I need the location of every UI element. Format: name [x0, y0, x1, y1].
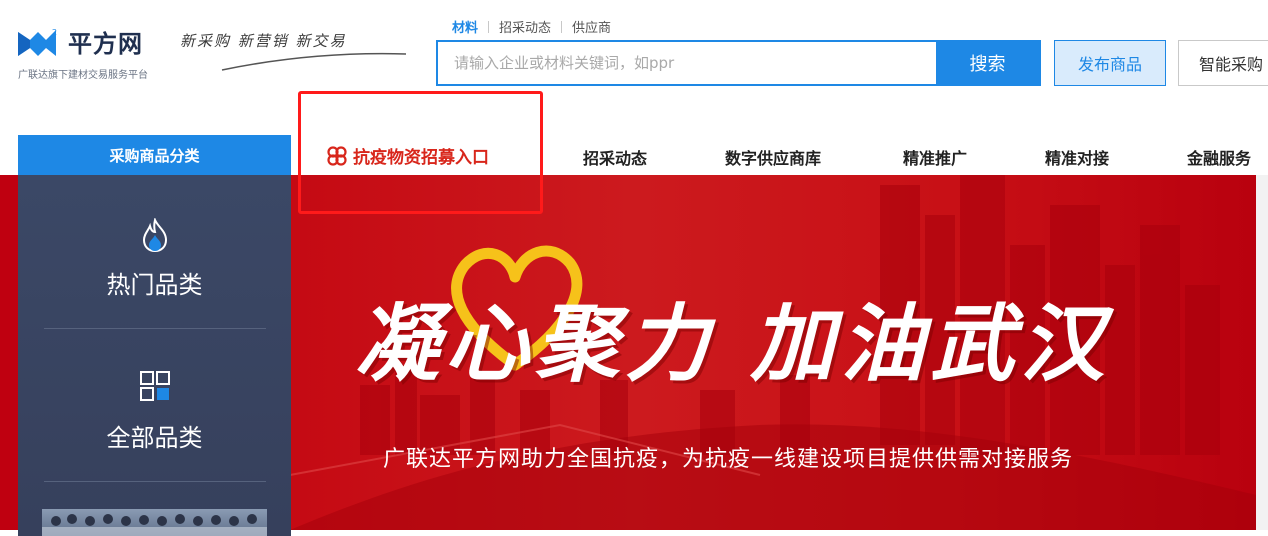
page: 2 平方网 广联达旗下建材交易服务平台 新采购 新营销 新交易 材料 招采动态 …	[0, 0, 1268, 536]
nav-item-supplier-library[interactable]: 数字供应商库	[725, 145, 821, 169]
nav-item-matching[interactable]: 精准对接	[1045, 145, 1109, 169]
slogan: 新采购 新营销 新交易	[180, 30, 415, 74]
nav-promo-link[interactable]: 抗疫物资招募入口	[327, 143, 489, 168]
banner-edge	[1256, 175, 1268, 530]
grid-icon	[135, 366, 175, 406]
svg-text:2: 2	[52, 28, 57, 37]
nav-item-finance[interactable]: 金融服务	[1187, 145, 1251, 169]
category-all-label: 全部品类	[106, 424, 203, 452]
tab-divider	[561, 20, 563, 33]
category-hot[interactable]: 热门品类	[18, 175, 291, 325]
ribbon-icon	[327, 145, 347, 166]
search-tab-materials[interactable]: 材料	[452, 17, 478, 36]
category-header[interactable]: 采购商品分类	[18, 135, 291, 175]
site-logo[interactable]: 2 平方网 广联达旗下建材交易服务平台	[16, 22, 191, 81]
logo-mark-icon: 2	[18, 28, 57, 56]
search-input[interactable]	[438, 42, 936, 84]
banner-title: 凝心聚力 加油武汉	[355, 294, 1111, 393]
flame-icon	[135, 215, 175, 255]
search-tabs: 材料 招采动态 供应商	[452, 17, 611, 36]
publish-product-button[interactable]: 发布商品	[1054, 40, 1166, 86]
nav-item-procurement[interactable]: 招采动态	[583, 145, 647, 169]
tab-divider	[488, 20, 490, 33]
category-panel: 热门品类 全部品类	[18, 175, 291, 536]
slogan-swoosh-icon	[221, 52, 407, 71]
nav-promo-label: 抗疫物资招募入口	[353, 148, 489, 168]
logo-name: 平方网	[68, 30, 143, 58]
search-box: 搜索	[436, 40, 1041, 86]
team-photo-image[interactable]	[42, 509, 267, 536]
search-button[interactable]: 搜索	[936, 42, 1039, 84]
category-all[interactable]: 全部品类	[18, 328, 291, 478]
slogan-text: 新采购 新营销 新交易	[180, 32, 347, 50]
banner-headline: 凝心聚力 加油武汉	[345, 235, 1225, 393]
category-hot-label: 热门品类	[106, 271, 203, 299]
smart-procurement-button[interactable]: 智能采购	[1178, 40, 1268, 86]
logo-subtitle: 广联达旗下建材交易服务平台	[18, 70, 148, 81]
nav-item-promotion[interactable]: 精准推广	[903, 145, 967, 169]
category-divider	[44, 481, 266, 482]
search-tab-procurement[interactable]: 招采动态	[499, 17, 551, 36]
banner-caption: 广联达平方网助力全国抗疫，为抗疫一线建设项目提供供需对接服务	[383, 447, 1074, 472]
search-tab-suppliers[interactable]: 供应商	[572, 17, 611, 36]
